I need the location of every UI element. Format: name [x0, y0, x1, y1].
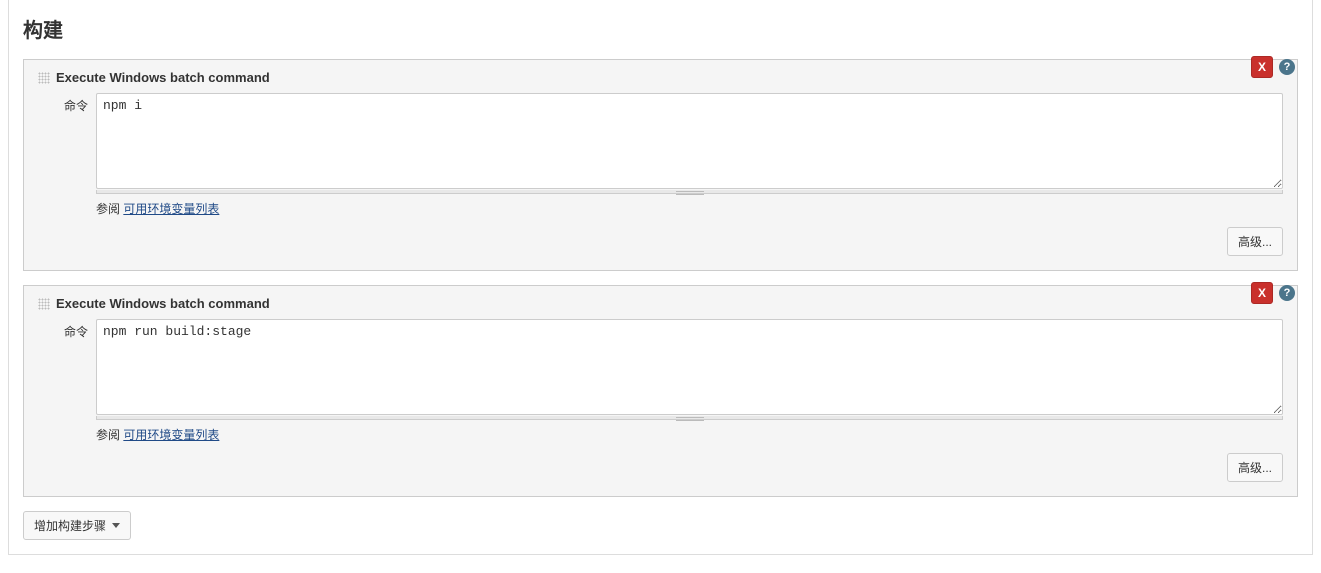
- add-build-step-button[interactable]: 增加构建步骤: [23, 511, 131, 540]
- advanced-button[interactable]: 高级...: [1227, 227, 1283, 256]
- textarea-resize-handle[interactable]: [96, 190, 1283, 194]
- build-step-title: Execute Windows batch command: [56, 296, 270, 311]
- section-title: 构建: [23, 14, 1298, 43]
- command-label: 命令: [38, 93, 96, 114]
- delete-step-button[interactable]: X: [1251, 282, 1273, 304]
- env-vars-link[interactable]: 可用环境变量列表: [123, 428, 219, 442]
- refer-prefix: 参阅: [96, 428, 123, 442]
- help-icon[interactable]: [1279, 285, 1295, 301]
- command-label: 命令: [38, 319, 96, 340]
- env-vars-reference: 参阅 可用环境变量列表: [96, 200, 1283, 217]
- delete-step-button[interactable]: X: [1251, 56, 1273, 78]
- build-section-panel: 构建 X Execute Windows batch command 命令 参阅…: [8, 0, 1313, 555]
- drag-handle-icon[interactable]: [38, 72, 50, 84]
- refer-prefix: 参阅: [96, 202, 123, 216]
- build-step-header[interactable]: Execute Windows batch command: [38, 292, 1283, 319]
- textarea-resize-handle[interactable]: [96, 416, 1283, 420]
- build-step-header[interactable]: Execute Windows batch command: [38, 66, 1283, 93]
- env-vars-reference: 参阅 可用环境变量列表: [96, 426, 1283, 443]
- build-step-title: Execute Windows batch command: [56, 70, 270, 85]
- advanced-button[interactable]: 高级...: [1227, 453, 1283, 482]
- add-build-step-label: 增加构建步骤: [34, 517, 106, 534]
- command-textarea[interactable]: [96, 319, 1283, 415]
- command-textarea[interactable]: [96, 93, 1283, 189]
- build-step: X Execute Windows batch command 命令 参阅 可用…: [23, 285, 1298, 497]
- chevron-down-icon: [112, 523, 120, 528]
- env-vars-link[interactable]: 可用环境变量列表: [123, 202, 219, 216]
- help-icon[interactable]: [1279, 59, 1295, 75]
- drag-handle-icon[interactable]: [38, 298, 50, 310]
- build-step: X Execute Windows batch command 命令 参阅 可用…: [23, 59, 1298, 271]
